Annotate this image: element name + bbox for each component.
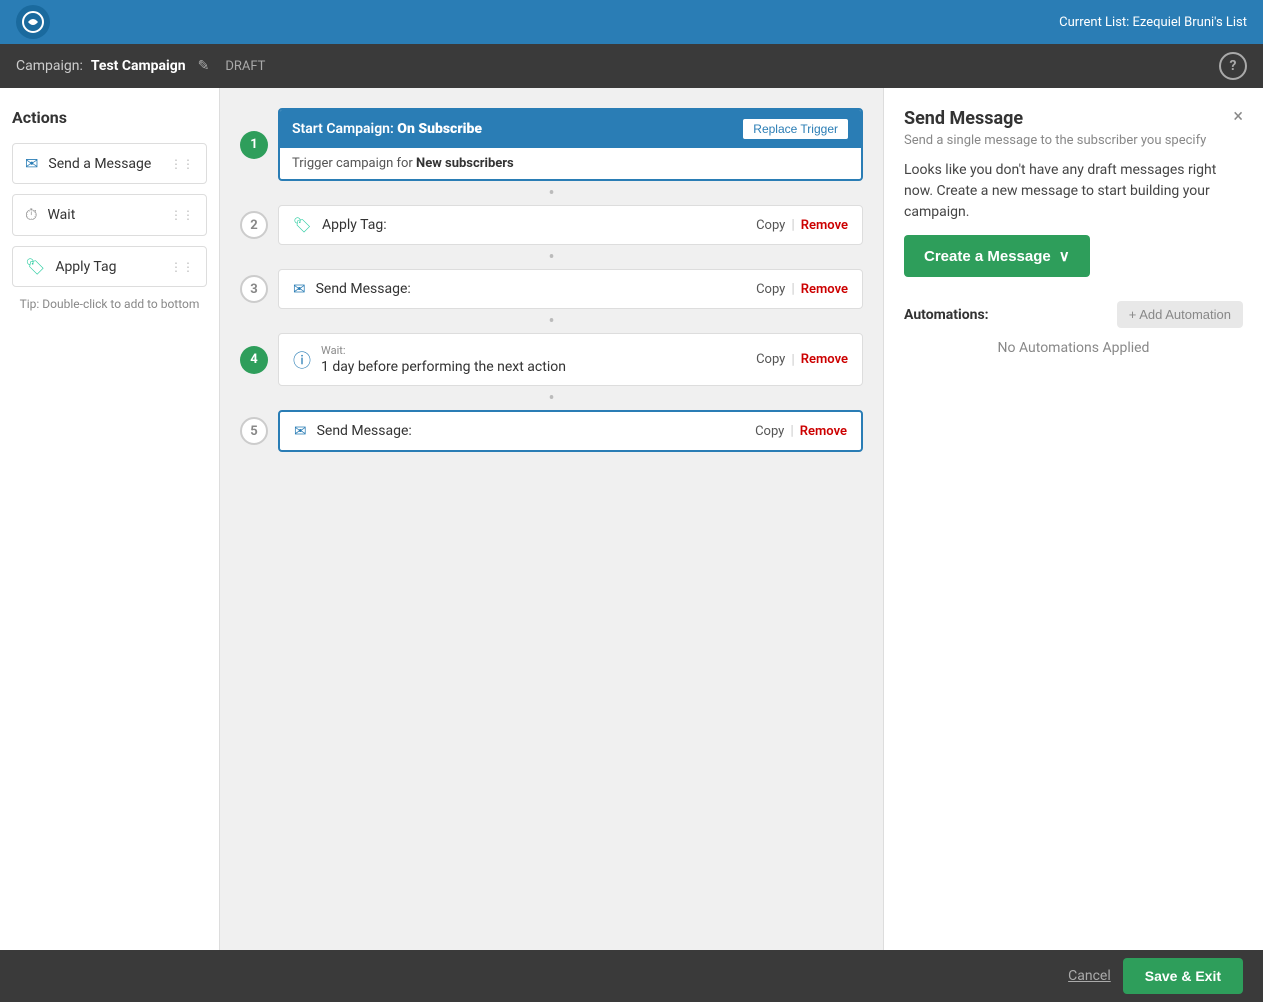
connector-4-5: • [240,390,863,408]
remove-step-3[interactable]: Remove [801,282,848,297]
step-row-2: 2 🏷 Apply Tag: Copy | Remove [240,205,863,245]
drag-handle[interactable]: ⋮⋮ [170,260,194,274]
sidebar: Actions ✉ Send a Message ⋮⋮ ⏱ Wait ⋮⋮ 🏷 … [0,88,220,950]
start-campaign-title: Start Campaign: On Subscribe [292,121,482,137]
send-message-step-label-5: Send Message: [317,423,412,439]
automations-header: Automations: + Add Automation [904,301,1243,328]
send-message-block-3[interactable]: ✉ Send Message: Copy | Remove [278,269,863,309]
send-message-block-5[interactable]: ✉ Send Message: Copy | Remove [278,410,863,452]
replace-trigger-button[interactable]: Replace Trigger [742,118,849,140]
step-number-1: 1 [240,131,268,159]
right-panel-title: Send Message [904,108,1206,129]
right-panel-description: Looks like you don't have any draft mess… [904,160,1243,223]
main-layout: Actions ✉ Send a Message ⋮⋮ ⏱ Wait ⋮⋮ 🏷 … [0,88,1263,950]
connector-3-4: • [240,313,863,331]
campaign-label: Campaign: [16,58,83,74]
connector-2-3: • [240,249,863,267]
step-row-3: 3 ✉ Send Message: Copy | Remove [240,269,863,309]
right-panel-subtitle: Send a single message to the subscriber … [904,133,1206,148]
right-panel: Send Message Send a single message to th… [883,88,1263,950]
logo-icon[interactable] [16,5,50,39]
trigger-text: Trigger campaign for [292,156,416,171]
step-row-1: 1 Start Campaign: On Subscribe Replace T… [240,108,863,181]
sidebar-tip: Tip: Double-click to add to bottom [12,297,207,311]
create-message-label: Create a Message [924,248,1051,265]
remove-step-5[interactable]: Remove [800,424,847,439]
connector-1-2: • [240,185,863,203]
start-campaign-body: Trigger campaign for New subscribers [280,148,861,179]
create-message-button[interactable]: Create a Message ∨ [904,235,1090,277]
copy-step-5[interactable]: Copy [755,424,784,439]
wait-sublabel: Wait: [321,344,566,357]
drag-handle[interactable]: ⋮⋮ [170,208,194,222]
sub-nav: Campaign: Test Campaign ✎ DRAFT ? [0,44,1263,88]
bottom-bar: Cancel Save & Exit [0,950,1263,1002]
edit-campaign-icon[interactable]: ✎ [198,58,210,74]
sidebar-item-wait[interactable]: ⏱ Wait ⋮⋮ [12,194,207,236]
current-list-label: Current List: Ezequiel Bruni's List [1059,15,1247,30]
apply-tag-label: Apply Tag [55,259,116,275]
sidebar-item-send-message[interactable]: ✉ Send a Message ⋮⋮ [12,143,207,184]
send-message-label: Send a Message [48,156,151,172]
apply-tag-block[interactable]: 🏷 Apply Tag: Copy | Remove [278,205,863,245]
top-nav: Current List: Ezequiel Bruni's List [0,0,1263,44]
step-number-2: 2 [240,211,268,239]
wait-block[interactable]: ⓘ Wait: 1 day before performing the next… [278,333,863,386]
tag-icon: 🏷 [25,257,45,276]
chevron-down-icon: ∨ [1059,247,1070,265]
remove-step-4[interactable]: Remove [801,352,848,367]
step-number-5: 5 [240,417,268,445]
automations-label: Automations: [904,307,989,323]
close-panel-button[interactable]: × [1233,108,1243,126]
apply-tag-step-label: Apply Tag: [322,217,387,233]
sidebar-item-apply-tag[interactable]: 🏷 Apply Tag ⋮⋮ [12,246,207,287]
copy-step-3[interactable]: Copy [756,282,785,297]
right-panel-header: Send Message Send a single message to th… [904,108,1243,148]
mail-icon: ✉ [25,154,38,173]
send-message-step-label-3: Send Message: [316,281,411,297]
step-number-4: 4 [240,346,268,374]
step-row-5: 5 ✉ Send Message: Copy | Remove [240,410,863,452]
drag-handle[interactable]: ⋮⋮ [170,157,194,171]
step-number-3: 3 [240,275,268,303]
wait-duration-label: 1 day before performing the next action [321,359,566,375]
save-exit-button[interactable]: Save & Exit [1123,958,1243,994]
draft-badge: DRAFT [225,59,265,74]
clock-icon: ⏱ [25,205,37,225]
no-automations-text: No Automations Applied [904,340,1243,356]
wait-content: Wait: 1 day before performing the next a… [321,344,566,375]
copy-step-4[interactable]: Copy [756,352,785,367]
copy-step-2[interactable]: Copy [756,218,785,233]
step-row-4: 4 ⓘ Wait: 1 day before performing the ne… [240,333,863,386]
wait-label: Wait [47,207,75,223]
remove-step-2[interactable]: Remove [801,218,848,233]
start-campaign-block[interactable]: Start Campaign: On Subscribe Replace Tri… [278,108,863,181]
cancel-button[interactable]: Cancel [1068,968,1111,984]
mail-icon: ✉ [293,280,306,298]
automations-section: Automations: + Add Automation No Automat… [904,301,1243,356]
help-button[interactable]: ? [1219,52,1247,80]
subscriber-text: New subscribers [416,156,514,171]
sidebar-title: Actions [12,108,207,127]
campaign-name: Test Campaign [91,58,186,74]
add-automation-button[interactable]: + Add Automation [1117,301,1243,328]
mail-icon-5: ✉ [294,422,307,440]
canvas: 1 Start Campaign: On Subscribe Replace T… [220,88,883,950]
tag-icon: 🏷 [293,216,312,234]
clock-icon: ⓘ [293,347,311,373]
